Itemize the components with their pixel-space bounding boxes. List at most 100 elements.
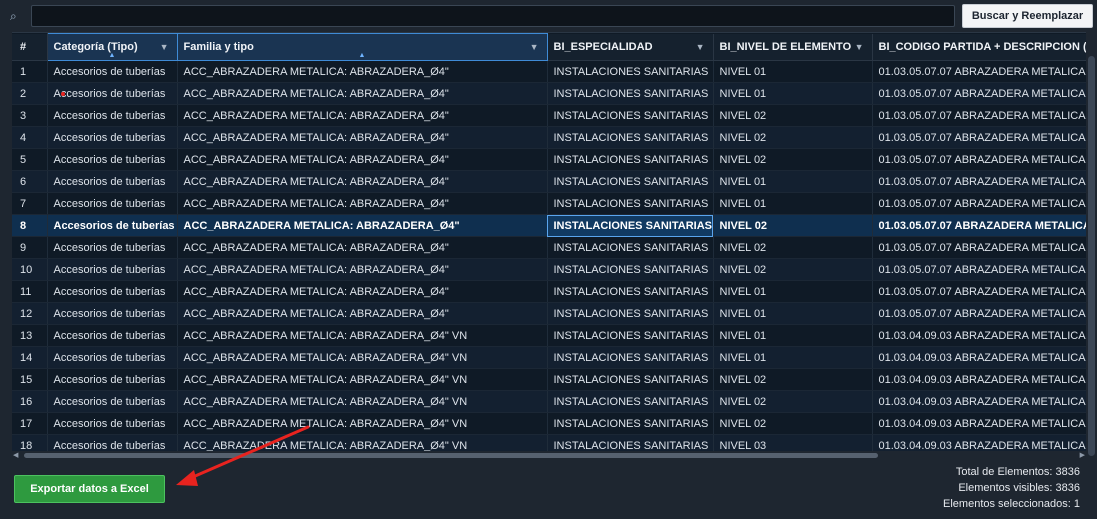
cell-family-type[interactable]: ACC_ABRAZADERA METALICA: ABRAZADERA_Ø4" … (177, 412, 548, 435)
vertical-scrollbar-thumb[interactable] (1088, 56, 1095, 456)
filter-icon[interactable]: ▼ (160, 42, 169, 52)
cell-nivel[interactable]: NIVEL 02 (713, 412, 873, 435)
cell-index[interactable]: 10 (12, 258, 48, 281)
column-header-nivel[interactable]: BI_NIVEL DE ELEMENTO ▼ (713, 33, 873, 61)
cell-index[interactable]: 13 (12, 324, 48, 347)
cell-codigo-partida[interactable]: 01.03.04.09.03 ABRAZADERA METALICA p/1 (872, 324, 1093, 347)
cell-family-type[interactable]: ACC_ABRAZADERA METALICA: ABRAZADERA_Ø4" (177, 170, 548, 193)
cell-especialidad[interactable]: INSTALACIONES SANITARIAS (547, 104, 714, 127)
filter-icon[interactable]: ▼ (696, 42, 705, 52)
cell-especialidad[interactable]: INSTALACIONES SANITARIAS (547, 192, 714, 215)
cell-index[interactable]: 12 (12, 302, 48, 325)
horizontal-scrollbar[interactable]: ◀ ▶ (12, 451, 1086, 460)
table-row[interactable]: 13 Accesorios de tuberías ACC_ABRAZADERA M… (12, 324, 1093, 347)
cell-family-type[interactable]: ACC_ABRAZADERA METALICA: ABRAZADERA_Ø4" (177, 148, 548, 171)
column-header-codigo-partida[interactable]: BI_CODIGO PARTIDA + DESCRIPCION (CA (872, 33, 1093, 61)
cell-codigo-partida[interactable]: 01.03.05.07.07 ABRAZADERA METALICA p/1 (872, 126, 1093, 149)
cell-category[interactable]: Accesorios de tuberías (47, 302, 178, 325)
scroll-right-arrow-icon[interactable]: ▶ (1080, 451, 1085, 460)
cell-especialidad[interactable]: INSTALACIONES SANITARIAS (547, 60, 714, 83)
cell-especialidad[interactable]: INSTALACIONES SANITARIAS (547, 214, 714, 237)
cell-category[interactable]: Accesorios de tuberías (47, 104, 178, 127)
cell-codigo-partida[interactable]: 01.03.05.07.07 ABRAZADERA METALICA p/1 (872, 258, 1093, 281)
cell-nivel[interactable]: NIVEL 01 (713, 60, 873, 83)
table-row[interactable]: 6 Accesorios de tuberías ACC_ABRAZADERA ME… (12, 170, 1093, 193)
cell-nivel[interactable]: NIVEL 02 (713, 104, 873, 127)
table-row[interactable]: 17 Accesorios de tuberías ACC_ABRAZADERA M… (12, 412, 1093, 435)
cell-category[interactable]: Accesorios de tuberías (47, 390, 178, 413)
vertical-scrollbar[interactable] (1086, 32, 1097, 460)
cell-nivel[interactable]: NIVEL 02 (713, 126, 873, 149)
table-row[interactable]: 14 Accesorios de tuberías ACC_ABRAZADERA M… (12, 346, 1093, 369)
horizontal-scrollbar-thumb[interactable] (24, 453, 878, 458)
cell-nivel[interactable]: NIVEL 01 (713, 324, 873, 347)
cell-family-type[interactable]: ACC_ABRAZADERA METALICA: ABRAZADERA_Ø4" … (177, 368, 548, 391)
cell-index[interactable]: 4 (12, 126, 48, 149)
cell-codigo-partida[interactable]: 01.03.05.07.07 ABRAZADERA METALICA p/1 (872, 60, 1093, 83)
cell-index[interactable]: 1 (12, 60, 48, 83)
cell-category[interactable]: Accesorios de tuberías (47, 280, 178, 303)
cell-index[interactable]: 14 (12, 346, 48, 369)
cell-especialidad[interactable]: INSTALACIONES SANITARIAS (547, 390, 714, 413)
cell-especialidad[interactable]: INSTALACIONES SANITARIAS (547, 170, 714, 193)
cell-family-type[interactable]: ACC_ABRAZADERA METALICA: ABRAZADERA_Ø4" (177, 302, 548, 325)
table-row[interactable]: 9 Accesorios de tuberías ACC_ABRAZADERA ME… (12, 236, 1093, 259)
table-row[interactable]: 4 Accesorios de tuberías ACC_ABRAZADERA ME… (12, 126, 1093, 149)
cell-index[interactable]: 5 (12, 148, 48, 171)
search-input[interactable] (31, 5, 955, 27)
cell-nivel[interactable]: NIVEL 02 (713, 214, 873, 237)
table-row[interactable]: 5 Accesorios de tuberías ACC_ABRAZADERA ME… (12, 148, 1093, 171)
cell-family-type[interactable]: ACC_ABRAZADERA METALICA: ABRAZADERA_Ø4" … (177, 346, 548, 369)
column-header-family-type[interactable]: Familia y tipo ▼ ▲ (176, 33, 548, 61)
table-row[interactable]: 2 Accesorios de tuberías ACC_ABRAZADERA ME… (12, 82, 1093, 105)
cell-especialidad[interactable]: INSTALACIONES SANITARIAS (547, 346, 714, 369)
cell-nivel[interactable]: NIVEL 01 (713, 280, 873, 303)
cell-nivel[interactable]: NIVEL 02 (713, 390, 873, 413)
cell-codigo-partida[interactable]: 01.03.05.07.07 ABRAZADERA METALICA p/1 (872, 82, 1093, 105)
cell-codigo-partida[interactable]: 01.03.04.09.03 ABRAZADERA METALICA p/1 (872, 368, 1093, 391)
cell-especialidad[interactable]: INSTALACIONES SANITARIAS (547, 280, 714, 303)
cell-index[interactable]: 9 (12, 236, 48, 259)
cell-family-type[interactable]: ACC_ABRAZADERA METALICA: ABRAZADERA_Ø4" … (177, 390, 548, 413)
cell-especialidad[interactable]: INSTALACIONES SANITARIAS (547, 302, 714, 325)
cell-nivel[interactable]: NIVEL 01 (713, 82, 873, 105)
cell-index[interactable]: 6 (12, 170, 48, 193)
cell-category[interactable]: Accesorios de tuberías (47, 60, 178, 83)
cell-category[interactable]: Accesorios de tuberías (47, 412, 178, 435)
table-row[interactable]: 16 Accesorios de tuberías ACC_ABRAZADERA M… (12, 390, 1093, 413)
table-row[interactable]: 7 Accesorios de tuberías ACC_ABRAZADERA ME… (12, 192, 1093, 215)
cell-category[interactable]: Accesorios de tuberías (47, 236, 178, 259)
cell-category[interactable]: Accesorios de tuberías (47, 368, 178, 391)
cell-nivel[interactable]: NIVEL 01 (713, 192, 873, 215)
scroll-left-arrow-icon[interactable]: ◀ (13, 451, 18, 460)
cell-category[interactable]: Accesorios de tuberías (47, 346, 178, 369)
cell-especialidad[interactable]: INSTALACIONES SANITARIAS (547, 82, 714, 105)
cell-index[interactable]: 2 (12, 82, 48, 105)
cell-especialidad[interactable]: INSTALACIONES SANITARIAS (547, 236, 714, 259)
cell-index[interactable]: 3 (12, 104, 48, 127)
cell-family-type[interactable]: ACC_ABRAZADERA METALICA: ABRAZADERA_Ø4" (177, 192, 548, 215)
cell-category[interactable]: Accesorios de tuberías (47, 148, 178, 171)
cell-especialidad[interactable]: INSTALACIONES SANITARIAS (547, 412, 714, 435)
find-replace-button[interactable]: Buscar y Reemplazar (962, 4, 1093, 28)
cell-nivel[interactable]: NIVEL 02 (713, 148, 873, 171)
cell-especialidad[interactable]: INSTALACIONES SANITARIAS (547, 126, 714, 149)
column-header-index[interactable]: # (12, 33, 48, 61)
cell-index[interactable]: 11 (12, 280, 48, 303)
table-row[interactable]: 12 Accesorios de tuberías ACC_ABRAZADERA M… (12, 302, 1093, 325)
cell-category[interactable]: Accesorios de tuberías (47, 192, 178, 215)
export-excel-button[interactable]: Exportar datos a Excel (14, 475, 165, 503)
cell-especialidad[interactable]: INSTALACIONES SANITARIAS (547, 148, 714, 171)
table-row[interactable]: 3 Accesorios de tuberías ACC_ABRAZADERA ME… (12, 104, 1093, 127)
cell-category[interactable]: Accesorios de tuberías (47, 324, 178, 347)
cell-nivel[interactable]: NIVEL 01 (713, 302, 873, 325)
cell-nivel[interactable]: NIVEL 02 (713, 236, 873, 259)
cell-nivel[interactable]: NIVEL 01 (713, 346, 873, 369)
cell-family-type[interactable]: ACC_ABRAZADERA METALICA: ABRAZADERA_Ø4" (177, 126, 548, 149)
cell-index[interactable]: 15 (12, 368, 48, 391)
cell-nivel[interactable]: NIVEL 01 (713, 170, 873, 193)
table-row[interactable]: 10 Accesorios de tuberías ACC_ABRAZADERA M… (12, 258, 1093, 281)
cell-index[interactable]: 8 (12, 214, 48, 237)
cell-family-type[interactable]: ACC_ABRAZADERA METALICA: ABRAZADERA_Ø4" … (177, 324, 548, 347)
cell-family-type[interactable]: ACC_ABRAZADERA METALICA: ABRAZADERA_Ø4" (177, 82, 548, 105)
